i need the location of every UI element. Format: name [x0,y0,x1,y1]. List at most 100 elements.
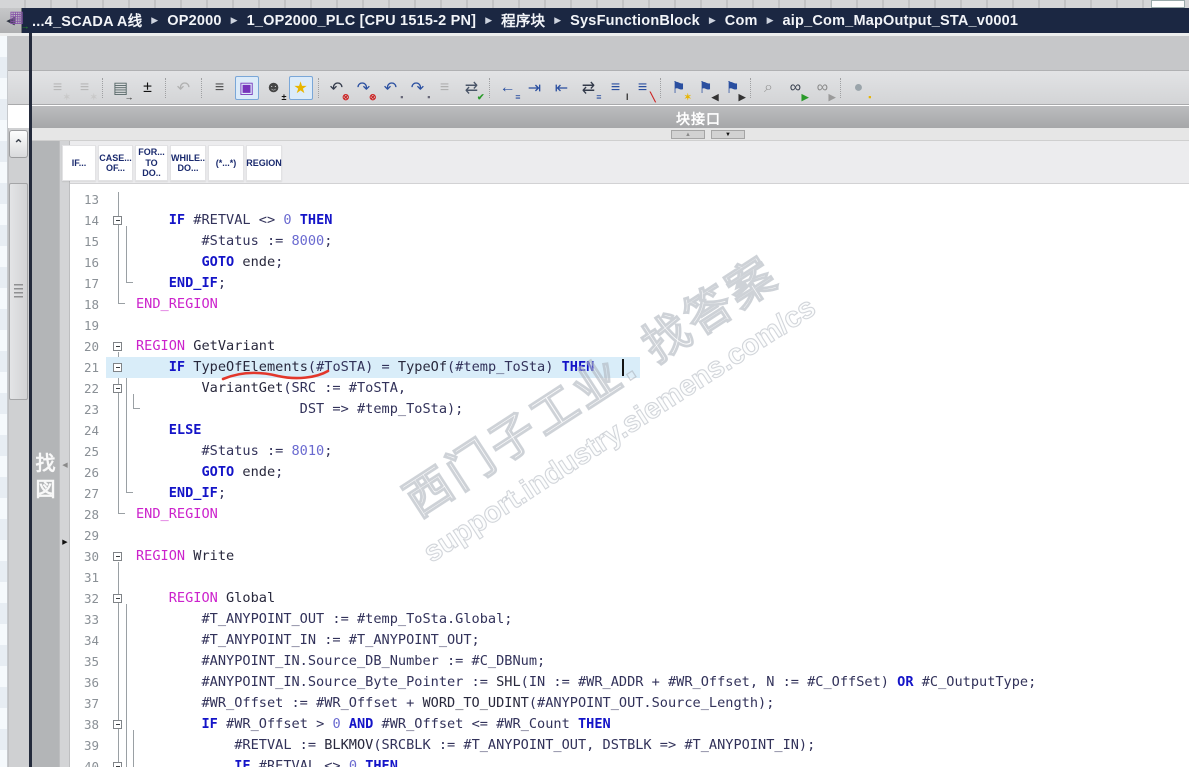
breadcrumb-item[interactable]: 程序块 [501,10,545,31]
snippet-for[interactable]: FOR... TO DO.. [135,145,168,181]
code-line-30[interactable]: 30 REGION Write [70,546,1189,567]
code-line-33[interactable]: 33 #T_ANYPOINT_OUT := #temp_ToSta.Global… [70,609,1189,630]
fold-collapse-icon[interactable] [113,720,122,729]
code-line-40[interactable]: 40 IF #RETVAL <> 0 THEN [70,756,1189,767]
code-line-31[interactable]: 31 [70,567,1189,588]
code-line-36[interactable]: 36 #ANYPOINT_IN.Source_Byte_Pointer := S… [70,672,1189,693]
snippet-if[interactable]: IF... [62,145,96,181]
breadcrumb-item[interactable]: OP2000 [167,13,221,29]
snippet-region[interactable]: REGION [246,145,282,181]
scrollbar-thumb[interactable] [9,183,28,400]
undo-icon[interactable]: ↶ ⊗ [325,76,350,102]
keep-actual-values-icon[interactable]: ↶ [172,76,196,100]
code-line-15[interactable]: 15 #Status := 8000; [70,231,1189,252]
code-line-20[interactable]: 20 REGION GetVariant [70,336,1189,357]
scl-code-editor[interactable]: 13 14 IF #RETVAL <> 0 THEN 15 #Status := 8… [70,184,1189,767]
code-line-16[interactable]: 16 GOTO ende; [70,252,1189,273]
fold-collapse-icon[interactable] [113,384,122,393]
line-number: 24 [83,423,99,438]
code-line-34[interactable]: 34 #T_ANYPOINT_IN := #T_ANYPOINT_OUT; [70,630,1189,651]
code-line-27[interactable]: 27 END_IF; [70,483,1189,504]
toolbar-separator [840,77,841,98]
bookmark-new-icon-badge: ✶ [683,91,692,102]
outdent-icon[interactable]: ⇤ [550,76,574,100]
snippet-if-label: IF... [71,157,87,168]
format-code-icon[interactable]: ⇄ ≡ [577,76,602,102]
fold-column [106,462,136,483]
snippet-case[interactable]: CASE... OF... [98,145,133,181]
breadcrumb-item[interactable]: ...4_SCADA A线 [32,10,142,31]
goto-previous-point-icon[interactable]: ← ≡ [496,76,521,102]
insert-row-after-icon[interactable]: ≡ ✶ [73,76,98,102]
code-line-14[interactable]: 14 IF #RETVAL <> 0 THEN [70,210,1189,231]
code-text: IF #RETVAL <> 0 THEN [234,758,398,767]
download-options-icon[interactable]: ± [136,76,160,100]
fold-collapse-icon[interactable] [113,216,122,225]
outline-view-icon[interactable]: ≡ [208,76,232,100]
fold-collapse-icon[interactable] [113,594,122,603]
code-line-38[interactable]: 38 IF #WR_Offset > 0 AND #WR_Offset <= #… [70,714,1189,735]
code-line-28[interactable]: 28 END_REGION [70,504,1189,525]
monitor-snapshot-icon[interactable]: ∞ ▶ [811,76,836,102]
code-text: END_REGION [136,506,218,522]
split-collapse-right-icon[interactable]: ▶ [61,538,70,546]
expand-all-icon[interactable]: ≡ I [604,76,629,102]
breadcrumb-item[interactable]: aip_Com_MapOutput_STA_v0001 [783,13,1019,29]
snippet-while[interactable]: WHILE.. DO... [170,145,206,181]
bookmark-prev-icon[interactable]: ⚑ ◀ [694,76,718,102]
toolbar-separator [489,77,490,98]
breadcrumb-item[interactable]: Com [725,13,758,29]
code-line-26[interactable]: 26 GOTO ende; [70,462,1189,483]
monitor-on-icon[interactable]: ∞ ▶ [784,76,809,102]
open-editor-icon[interactable]: ▦ → [5,5,30,31]
code-line-17[interactable]: 17 END_IF; [70,273,1189,294]
code-line-25[interactable]: 25 #Status := 8010; [70,441,1189,462]
fold-collapse-icon[interactable] [113,552,122,561]
code-line-24[interactable]: 24 ELSE [70,420,1189,441]
favorites-icon[interactable]: ★ [288,75,313,100]
copy-source-icon[interactable]: ▤ → [109,76,134,102]
code-line-35[interactable]: 35 #ANYPOINT_IN.Source_DB_Number := #C_D… [70,651,1189,672]
code-line-19[interactable]: 19 [70,315,1189,336]
code-line-23[interactable]: 23 DST => #temp_ToSta); [70,399,1189,420]
format-text-icon[interactable]: ≡ [433,76,457,100]
code-line-37[interactable]: 37 #WR_Offset := #WR_Offset + WORD_TO_UD… [70,693,1189,714]
splitter-collapse-down-button[interactable]: ▼ [711,130,745,139]
undo-to-save-icon[interactable]: ↶ ▪ [379,76,404,102]
splitter-collapse-up-button[interactable]: ▲ [671,130,705,139]
fold-collapse-icon[interactable] [113,363,122,372]
redo-icon[interactable]: ↷ ⊗ [352,76,377,102]
interface-splitter[interactable]: ▲ ▼ [31,128,1189,141]
scrollbar-up-button[interactable]: ⌃ [9,130,28,158]
outline-view-icon-glyph: ≡ [214,78,225,96]
insert-row-before-icon[interactable]: ≡ ✶ [46,76,71,102]
snippet-comment[interactable]: (*...*) [208,145,244,181]
code-line-18[interactable]: 18 END_REGION [70,294,1189,315]
split-collapse-left-icon[interactable]: ◀ [61,461,70,469]
comment-visibility-icon[interactable]: ☻ ± [262,76,286,102]
fold-collapse-icon[interactable] [113,342,122,351]
redo-to-save-icon[interactable]: ↷ ▪ [406,76,431,102]
breadcrumb-item[interactable]: SysFunctionBlock [570,13,700,29]
breadcrumb-separator-icon: ▶ [554,15,562,25]
data-lock-icon[interactable]: ● ▪ [847,76,872,102]
split-handle-strip[interactable]: ◀ ▶ [58,141,70,767]
absolute-operands-icon[interactable]: ▣ [234,75,259,100]
breadcrumb-item[interactable]: 1_OP2000_PLC [CPU 1515-2 PN] [247,13,477,29]
search-icon[interactable]: ⌕ [757,76,781,100]
code-line-29[interactable]: 29 [70,525,1189,546]
code-line-39[interactable]: 39 #RETVAL := BLKMOV(SRCBLK := #T_ANYPOI… [70,735,1189,756]
code-lines[interactable]: 13 14 IF #RETVAL <> 0 THEN 15 #Status := 8… [70,189,1189,767]
code-line-32[interactable]: 32 REGION Global [70,588,1189,609]
bookmark-next-icon[interactable]: ⚑ ▶ [721,76,745,102]
bookmark-new-icon[interactable]: ⚑ ✶ [667,76,692,102]
indent-icon[interactable]: ⇥ [523,76,547,100]
compile-icon[interactable]: ⇄ ✔ [460,76,485,102]
block-interface-bar[interactable]: 块接口 [31,105,1189,128]
fold-collapse-icon[interactable] [113,762,122,767]
expand-all-icon-badge: I [625,91,629,102]
fold-column [106,672,136,693]
fold-column [106,231,136,252]
collapse-all-icon[interactable]: ≡ ╲ [631,76,656,102]
code-line-13[interactable]: 13 [70,189,1189,210]
